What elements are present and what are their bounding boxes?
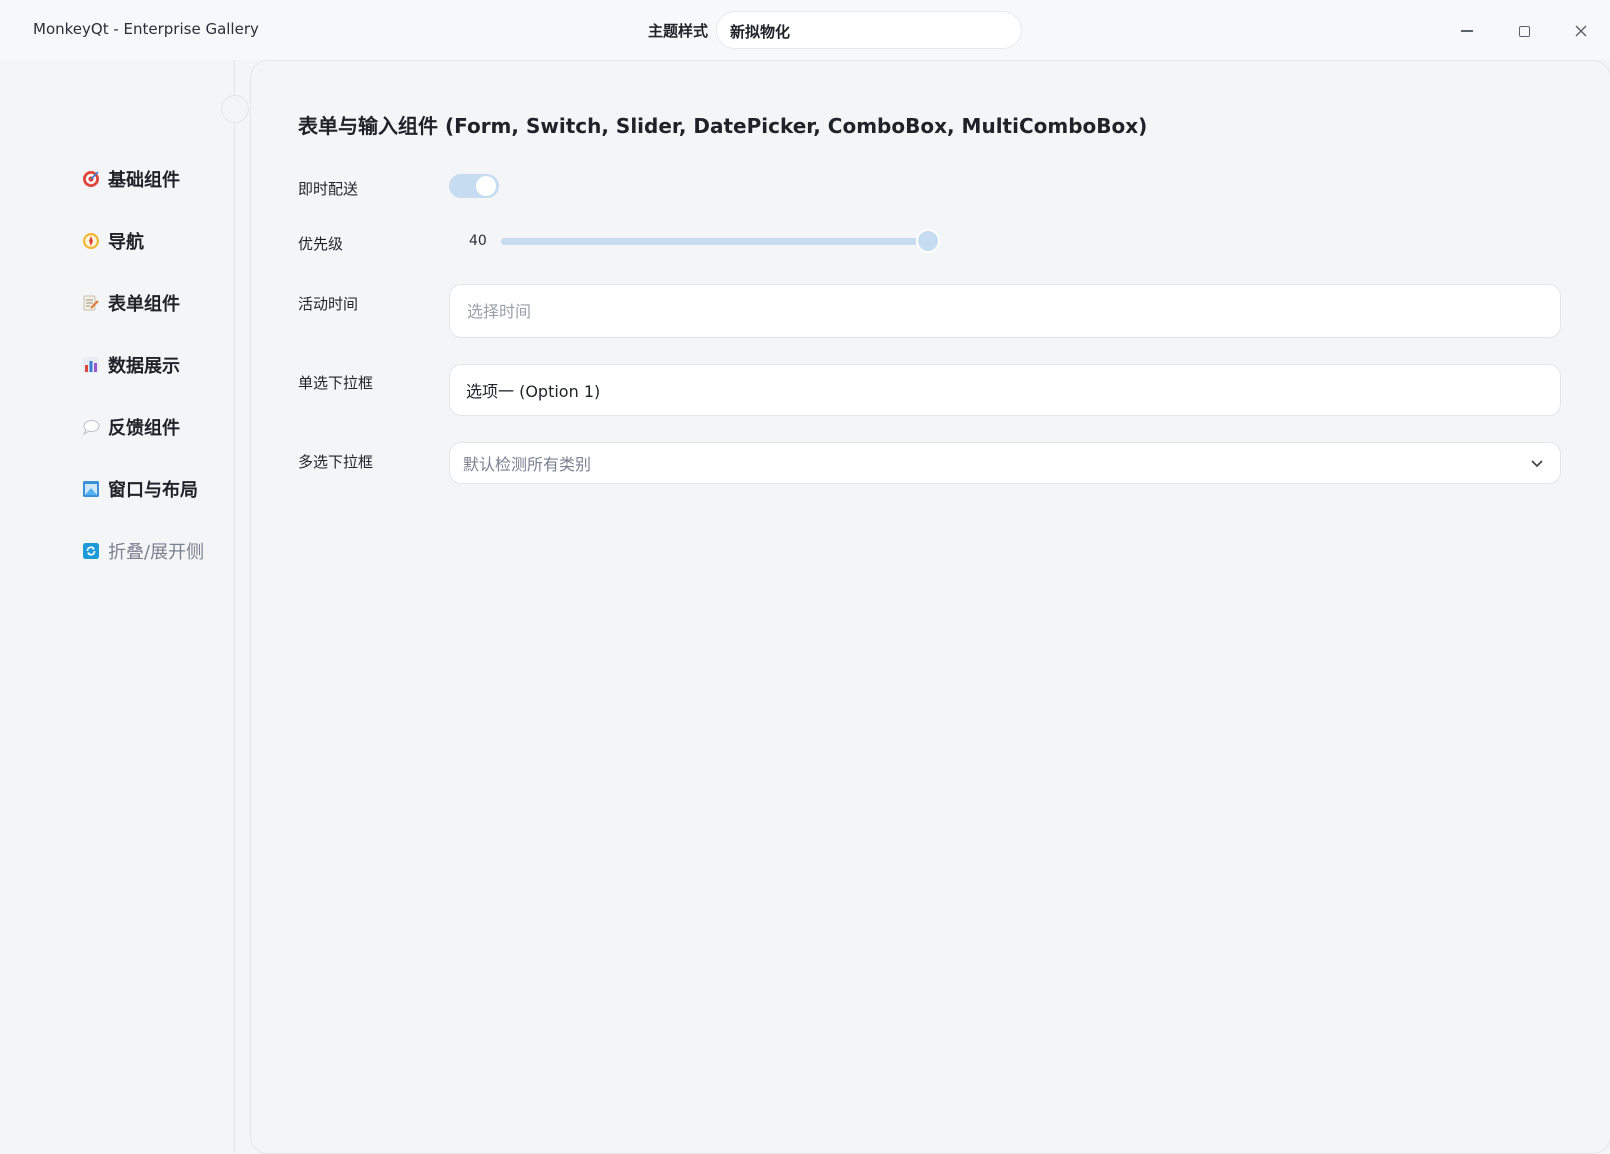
- combobox-value: 选项一 (Option 1): [466, 382, 601, 401]
- compass-icon: [82, 232, 100, 250]
- title-bar: MonkeyQt - Enterprise Gallery 主题样式 新拟物化: [0, 0, 1610, 60]
- sidebar-item-label: 折叠/展开侧: [108, 542, 205, 563]
- maximize-icon: [1518, 25, 1530, 37]
- window-icon: [82, 480, 100, 498]
- content-card: [250, 60, 1610, 1154]
- minimize-button[interactable]: [1450, 14, 1484, 48]
- sidebar-item-label: 导航: [108, 232, 144, 253]
- switch-label: 即时配送: [298, 180, 359, 198]
- datepicker-field[interactable]: [449, 284, 1561, 338]
- memo-icon: [82, 294, 100, 312]
- sidebar: [0, 60, 235, 1154]
- theme-style-label: 主题样式: [648, 22, 709, 40]
- sidebar-item-label: 反馈组件: [108, 418, 180, 439]
- sidebar-collapse-toggle[interactable]: 折叠/展开侧: [82, 536, 204, 566]
- sidebar-item-navigation[interactable]: 导航: [82, 226, 144, 256]
- sidebar-item-form-components[interactable]: 表单组件: [82, 288, 180, 318]
- instant-delivery-switch[interactable]: [449, 174, 499, 198]
- switch-knob: [476, 176, 496, 196]
- multicombobox-placeholder: 默认检测所有类别: [463, 455, 592, 474]
- datepicker-label: 活动时间: [298, 295, 359, 313]
- slider-fill: [501, 238, 917, 245]
- priority-slider-track[interactable]: [501, 238, 931, 245]
- multi-select-combobox[interactable]: 默认检测所有类别: [449, 442, 1561, 484]
- sidebar-item-label: 基础组件: [108, 170, 180, 191]
- minimize-icon: [1461, 30, 1473, 32]
- sidebar-item-feedback-components[interactable]: 反馈组件: [82, 412, 180, 442]
- close-icon: [1575, 25, 1587, 37]
- slider-label: 优先级: [298, 235, 344, 253]
- sidebar-item-data-display[interactable]: 数据展示: [82, 350, 180, 380]
- priority-slider-handle[interactable]: [916, 229, 940, 253]
- maximize-button[interactable]: [1507, 14, 1541, 48]
- page-title: 表单与输入组件 (Form, Switch, Slider, DatePicke…: [298, 114, 1148, 138]
- sidebar-item-basic-components[interactable]: 基础组件: [82, 164, 180, 194]
- sidebar-item-label: 表单组件: [108, 294, 180, 315]
- sidebar-item-label: 窗口与布局: [108, 480, 198, 501]
- target-icon: [82, 170, 100, 188]
- single-select-combobox[interactable]: 选项一 (Option 1): [449, 364, 1561, 416]
- sidebar-resize-handle[interactable]: [221, 95, 249, 123]
- app-title: MonkeyQt - Enterprise Gallery: [33, 20, 259, 38]
- multicombobox-label: 多选下拉框: [298, 453, 374, 471]
- sidebar-item-label: 数据展示: [108, 356, 180, 377]
- slider-value: 40: [469, 233, 487, 249]
- bar-chart-icon: [82, 356, 100, 374]
- theme-style-select[interactable]: 新拟物化: [716, 11, 1022, 49]
- refresh-icon: [82, 542, 100, 560]
- close-button[interactable]: [1564, 14, 1598, 48]
- speech-bubble-icon: [82, 418, 100, 436]
- sidebar-item-window-layout[interactable]: 窗口与布局: [82, 474, 198, 504]
- chevron-down-icon: [1531, 460, 1543, 468]
- datepicker-input[interactable]: [450, 301, 1560, 321]
- combobox-label: 单选下拉框: [298, 374, 374, 392]
